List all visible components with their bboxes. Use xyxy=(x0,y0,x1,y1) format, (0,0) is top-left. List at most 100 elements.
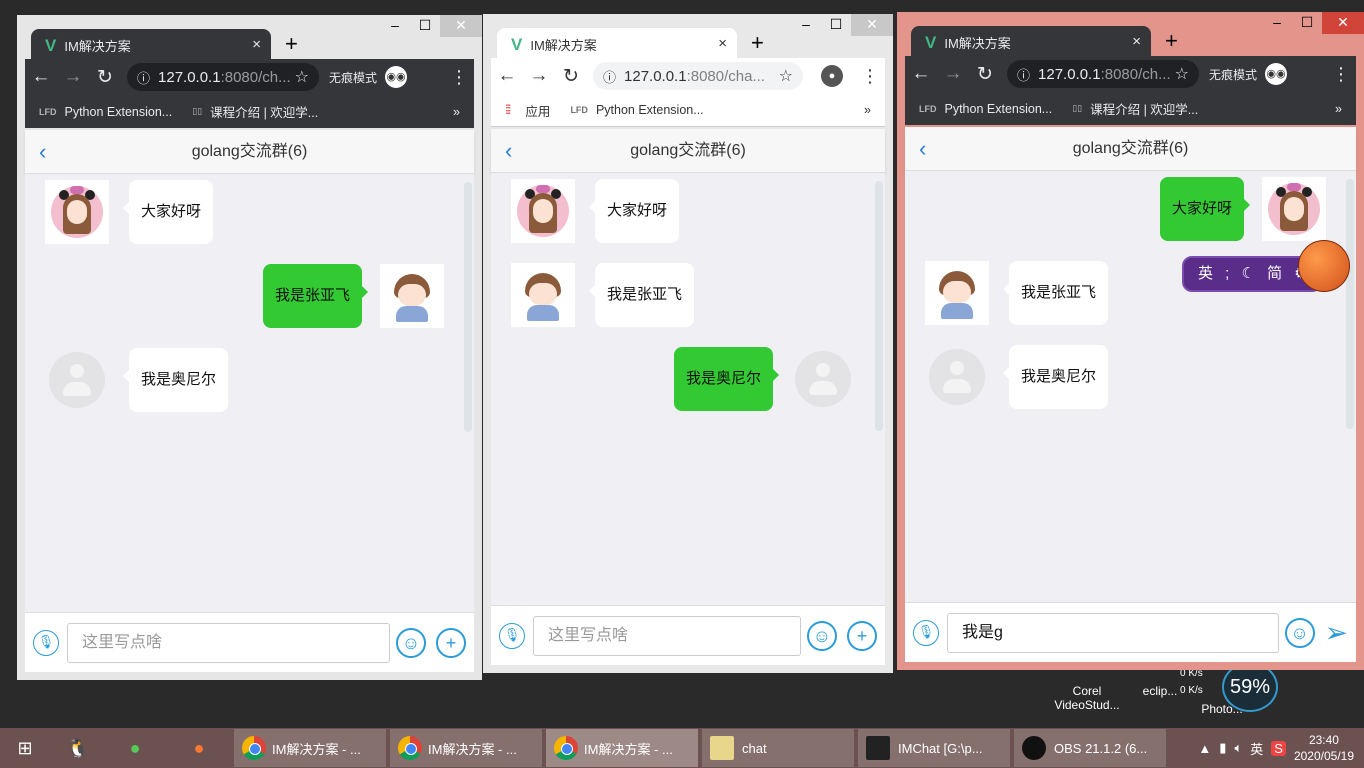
input-language[interactable]: 英 xyxy=(1250,739,1263,758)
avatar-head xyxy=(950,361,964,375)
avatar-bow xyxy=(1287,183,1301,191)
avatar[interactable] xyxy=(925,345,989,409)
message-input[interactable]: 我是g xyxy=(947,612,1279,653)
close-window-button[interactable]: ✕ xyxy=(1322,12,1364,34)
plus-icon[interactable]: + xyxy=(436,627,466,658)
tab[interactable]: V IM解决方案 × xyxy=(911,26,1151,59)
minimize-button[interactable]: – xyxy=(380,15,410,37)
bookmark-star-icon[interactable]: ☆ xyxy=(295,67,309,87)
avatar[interactable] xyxy=(925,261,989,325)
avatar[interactable] xyxy=(380,264,444,328)
emoji-icon[interactable]: ☺ xyxy=(1284,617,1315,648)
bookmark-item[interactable]: Python Extension... xyxy=(65,105,173,119)
bookmark-item[interactable]: 应用 xyxy=(525,101,550,120)
profile-icon[interactable]: ● xyxy=(821,65,843,87)
qq-icon[interactable]: 🐧 xyxy=(50,729,106,767)
taskbar-item[interactable]: OBS 21.1.2 (6... xyxy=(1014,729,1166,767)
tab-strip: V IM解决方案 × + – ☐ ✕ xyxy=(17,15,482,62)
maximize-button[interactable]: ☐ xyxy=(1292,12,1322,34)
taskbar-item[interactable]: chat xyxy=(702,729,854,767)
desktop-icon-label[interactable]: Corel VideoStud... xyxy=(1050,684,1124,712)
avatar-body xyxy=(63,382,91,396)
taskbar-item[interactable]: IM解决方案 - ... xyxy=(390,729,542,767)
wechat-icon[interactable]: ● xyxy=(106,729,164,767)
menu-icon[interactable]: ⋮ xyxy=(861,66,879,87)
message-input[interactable]: 这里写点啥 xyxy=(533,615,801,656)
back-chevron-icon[interactable]: ‹ xyxy=(505,129,512,173)
tab-close-icon[interactable]: × xyxy=(1132,33,1141,50)
bookmark-item[interactable]: Python Extension... xyxy=(596,103,704,117)
maximize-button[interactable]: ☐ xyxy=(821,14,851,36)
address-bar[interactable]: ⓘ 127.0.0.1:8080/cha... ☆ xyxy=(593,62,803,90)
microphone-icon[interactable]: 🎙︎ xyxy=(499,622,525,649)
emoji-icon[interactable]: ☺ xyxy=(396,627,426,658)
microphone-icon[interactable]: 🎙︎ xyxy=(913,619,939,646)
avatar-circ xyxy=(929,349,985,405)
microphone-icon[interactable]: 🎙︎ xyxy=(33,629,59,656)
back-icon[interactable]: ← xyxy=(905,63,937,85)
tab-close-icon[interactable]: × xyxy=(718,35,727,52)
tab[interactable]: V IM解决方案 × xyxy=(31,29,271,62)
desktop-icon-label[interactable]: eclip... xyxy=(1138,684,1182,698)
avatar[interactable] xyxy=(791,347,855,411)
close-window-button[interactable]: ✕ xyxy=(851,14,893,36)
maximize-button[interactable]: ☐ xyxy=(410,15,440,37)
bookmark-item[interactable]: 课程介绍 | 欢迎学... xyxy=(210,102,318,121)
avatar[interactable] xyxy=(45,348,109,412)
bookmark-item[interactable]: Python Extension... xyxy=(945,102,1053,116)
address-bar[interactable]: ⓘ 127.0.0.1:8080/ch... ☆ xyxy=(127,63,319,91)
windows-start-icon[interactable]: ⊞ xyxy=(0,729,50,767)
plus-icon[interactable]: + xyxy=(847,620,877,651)
bookmark-item[interactable]: 课程介绍 | 欢迎学... xyxy=(1090,99,1198,118)
sogou-icon[interactable]: S xyxy=(1271,740,1286,756)
bookmark-star-icon[interactable]: ☆ xyxy=(779,66,793,86)
avatar[interactable] xyxy=(511,179,575,243)
avatar[interactable] xyxy=(1262,177,1326,241)
avatar-skin xyxy=(398,284,426,306)
forward-icon[interactable]: → xyxy=(523,65,555,87)
chat-header: ‹ golang交流群(6) xyxy=(491,129,885,173)
emoji-icon[interactable]: ☺ xyxy=(807,620,837,651)
taskbar-item[interactable]: IMChat [G:\p... xyxy=(858,729,1010,767)
forward-icon[interactable]: → xyxy=(937,63,969,85)
network-icon[interactable]: ▮ xyxy=(1219,740,1226,756)
reload-icon[interactable]: ↻ xyxy=(555,65,587,88)
reload-icon[interactable]: ↻ xyxy=(89,66,121,89)
avatar[interactable] xyxy=(511,263,575,327)
back-icon[interactable]: ← xyxy=(25,66,57,88)
tab-title: IM解决方案 xyxy=(944,36,1011,51)
taskbar-item[interactable]: IM解决方案 - ... xyxy=(234,729,386,767)
taskbar-item-label: chat xyxy=(742,740,767,756)
bookmarks-more-icon[interactable]: » xyxy=(1335,102,1342,116)
new-tab-button[interactable]: + xyxy=(1165,28,1178,54)
volume-icon[interactable]: 🔈︎ xyxy=(1234,740,1242,756)
tab[interactable]: V IM解决方案 × xyxy=(497,28,737,61)
message-input[interactable]: 这里写点啥 xyxy=(67,622,390,663)
back-icon[interactable]: ← xyxy=(491,65,523,87)
taskbar-item[interactable]: IM解决方案 - ... xyxy=(546,729,698,767)
taskbar-item-label: IM解决方案 - ... xyxy=(584,741,673,757)
bookmark-star-icon[interactable]: ☆ xyxy=(1175,64,1189,84)
close-window-button[interactable]: ✕ xyxy=(440,15,482,37)
menu-icon[interactable]: ⋮ xyxy=(1332,64,1350,85)
new-tab-button[interactable]: + xyxy=(285,31,298,57)
basketball-floating-icon[interactable] xyxy=(1298,240,1350,292)
back-chevron-icon[interactable]: ‹ xyxy=(39,130,46,174)
address-bar[interactable]: ⓘ 127.0.0.1:8080/ch... ☆ xyxy=(1007,60,1199,88)
avatar[interactable] xyxy=(45,180,109,244)
back-chevron-icon[interactable]: ‹ xyxy=(919,127,926,171)
bookmarks-more-icon[interactable]: » xyxy=(864,103,871,117)
forward-icon[interactable]: → xyxy=(57,66,89,88)
firefox-icon[interactable]: ● xyxy=(164,729,234,767)
clock[interactable]: 23:40 2020/05/19 xyxy=(1294,732,1354,764)
tray-expand-icon[interactable]: ▲ xyxy=(1198,741,1211,756)
send-icon[interactable]: ➢ xyxy=(1325,616,1348,649)
minimize-button[interactable]: – xyxy=(1262,12,1292,34)
menu-icon[interactable]: ⋮ xyxy=(450,67,468,88)
new-tab-button[interactable]: + xyxy=(751,30,764,56)
reload-icon[interactable]: ↻ xyxy=(969,63,1001,86)
tab-close-icon[interactable]: × xyxy=(252,36,261,53)
bookmarks-more-icon[interactable]: » xyxy=(453,105,460,119)
minimize-button[interactable]: – xyxy=(791,14,821,36)
apps-grid-icon[interactable]: ⁞⁞⁞ xyxy=(505,103,512,117)
